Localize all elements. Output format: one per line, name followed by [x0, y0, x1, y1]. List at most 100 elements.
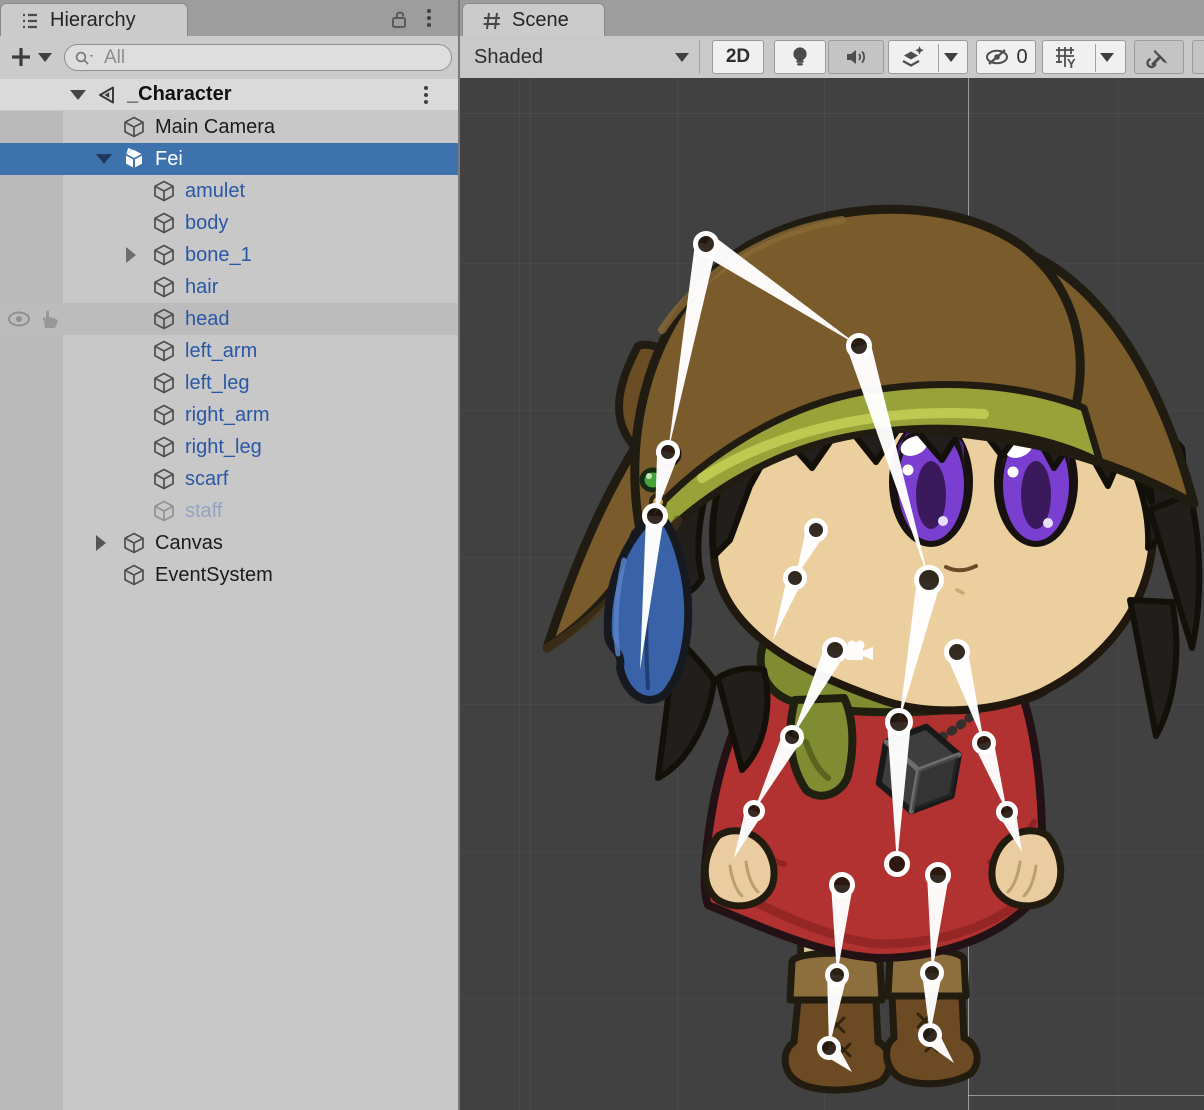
row-label: EventSystem: [155, 564, 273, 587]
hierarchy-row[interactable]: body: [0, 207, 458, 239]
tab-hierarchy[interactable]: Hierarchy: [0, 3, 188, 37]
hierarchy-row-disabled[interactable]: staff: [0, 495, 458, 527]
tab-scene[interactable]: Scene: [462, 3, 605, 37]
scene-tabbar: Scene: [460, 0, 1204, 36]
cube-icon: [152, 179, 176, 203]
scene-foldout-icon[interactable]: [70, 90, 86, 100]
row-label: Main Camera: [155, 116, 275, 139]
hierarchy-row[interactable]: scarf: [0, 463, 458, 495]
unity-editor-window: Hierarchy: [0, 0, 1204, 1110]
cube-icon: [122, 115, 146, 139]
cube-icon: [152, 339, 176, 363]
grid-icon: Y: [1054, 44, 1080, 70]
cube-icon: [152, 275, 176, 299]
hierarchy-row[interactable]: right_leg: [0, 431, 458, 463]
hierarchy-row[interactable]: bone_1: [0, 239, 458, 271]
visibility-eye-icon[interactable]: [6, 308, 32, 330]
draw-mode-caret-icon: [675, 53, 689, 62]
row-label: right_arm: [185, 404, 269, 427]
bone-rig-overlay[interactable]: [460, 78, 1204, 1110]
hierarchy-row[interactable]: hair: [0, 271, 458, 303]
row-label: scarf: [185, 468, 228, 491]
row-label: Canvas: [155, 532, 223, 555]
draw-mode-dropdown[interactable]: Shaded: [464, 40, 700, 74]
cube-icon: [152, 467, 176, 491]
divider: [938, 44, 939, 72]
row-label: amulet: [185, 180, 245, 203]
scene-toolbar: Shaded 2D: [460, 36, 1204, 79]
2d-label: 2D: [726, 46, 750, 68]
cube-icon: [152, 499, 176, 523]
hierarchy-row[interactable]: Main Camera: [0, 111, 458, 143]
unity-scene-icon: [94, 83, 118, 107]
effects-layers-icon: [898, 43, 926, 71]
toggle-2d-button[interactable]: 2D: [712, 40, 764, 74]
hierarchy-list-icon: [19, 10, 41, 32]
scene-name-label: _Character: [127, 83, 232, 106]
scene-effects-button[interactable]: [888, 40, 968, 74]
hierarchy-row[interactable]: Canvas: [0, 527, 458, 559]
cube-icon: [152, 403, 176, 427]
divider: [1095, 44, 1096, 72]
scene-header-row[interactable]: _Character: [0, 79, 458, 111]
hierarchy-tab-label: Hierarchy: [50, 9, 136, 32]
foldout-right-icon[interactable]: [96, 535, 106, 551]
cube-icon: [122, 563, 146, 587]
hierarchy-row[interactable]: left_leg: [0, 367, 458, 399]
hierarchy-search[interactable]: [64, 44, 452, 71]
row-label: Fei: [155, 148, 183, 171]
search-icon: [73, 48, 97, 68]
component-tools-button[interactable]: [1134, 40, 1184, 74]
cube-icon: [122, 531, 146, 555]
scene-camera-button[interactable]: [1192, 40, 1204, 74]
foldout-right-icon[interactable]: [126, 247, 136, 263]
row-label: hair: [185, 276, 218, 299]
eye-slash-icon: [984, 45, 1012, 69]
row-label: body: [185, 212, 228, 235]
cube-icon: [152, 371, 176, 395]
lightbulb-icon: [788, 44, 812, 70]
hierarchy-row[interactable]: amulet: [0, 175, 458, 207]
hierarchy-row[interactable]: left_arm: [0, 335, 458, 367]
scene-audio-button[interactable]: [828, 40, 884, 74]
grid-dropdown-caret-icon[interactable]: [1100, 53, 1114, 62]
unlock-icon[interactable]: [388, 8, 410, 30]
row-label: staff: [185, 500, 222, 523]
scene-tab-label: Scene: [512, 9, 569, 32]
hierarchy-row[interactable]: right_arm: [0, 399, 458, 431]
cube-icon: [152, 307, 176, 331]
hierarchy-tree: _Character Main Camera: [0, 79, 458, 1110]
svg-text:Y: Y: [1067, 56, 1076, 70]
scene-viewport[interactable]: [460, 78, 1204, 1110]
draw-mode-label: Shaded: [474, 46, 543, 69]
scene-lighting-button[interactable]: [774, 40, 826, 74]
hierarchy-row-hovered[interactable]: head: [0, 303, 458, 335]
scene-row-kebab-icon[interactable]: [424, 86, 428, 104]
hierarchy-menu-kebab-icon[interactable]: [427, 9, 431, 27]
foldout-down-icon[interactable]: [96, 154, 112, 164]
picking-hand-icon[interactable]: [38, 308, 62, 330]
scene-grid-visibility-button[interactable]: Y: [1042, 40, 1126, 74]
hierarchy-row[interactable]: EventSystem: [0, 559, 458, 591]
hierarchy-toolbar: [0, 36, 458, 80]
create-dropdown-caret-icon[interactable]: [38, 53, 52, 62]
prefab-open-box-icon: [122, 147, 146, 171]
search-input[interactable]: [102, 46, 443, 70]
scene-visibility-button[interactable]: 0: [976, 40, 1036, 74]
hierarchy-tabbar: Hierarchy: [0, 0, 458, 36]
wrench-pencil-icon: [1146, 44, 1172, 70]
create-plus-button[interactable]: [8, 44, 34, 70]
scene-grid-icon: [481, 10, 503, 32]
row-label: left_leg: [185, 372, 250, 395]
cube-icon: [152, 243, 176, 267]
effects-dropdown-caret-icon[interactable]: [944, 53, 958, 62]
scene-panel: Scene Shaded 2D: [458, 0, 1204, 1110]
row-label: bone_1: [185, 244, 252, 267]
cube-icon: [152, 211, 176, 235]
row-label: head: [185, 308, 230, 331]
row-label: left_arm: [185, 340, 257, 363]
cube-icon: [152, 435, 176, 459]
hidden-count-label: 0: [1016, 46, 1027, 69]
hierarchy-row-selected[interactable]: Fei: [0, 143, 458, 175]
speaker-icon: [843, 45, 869, 69]
